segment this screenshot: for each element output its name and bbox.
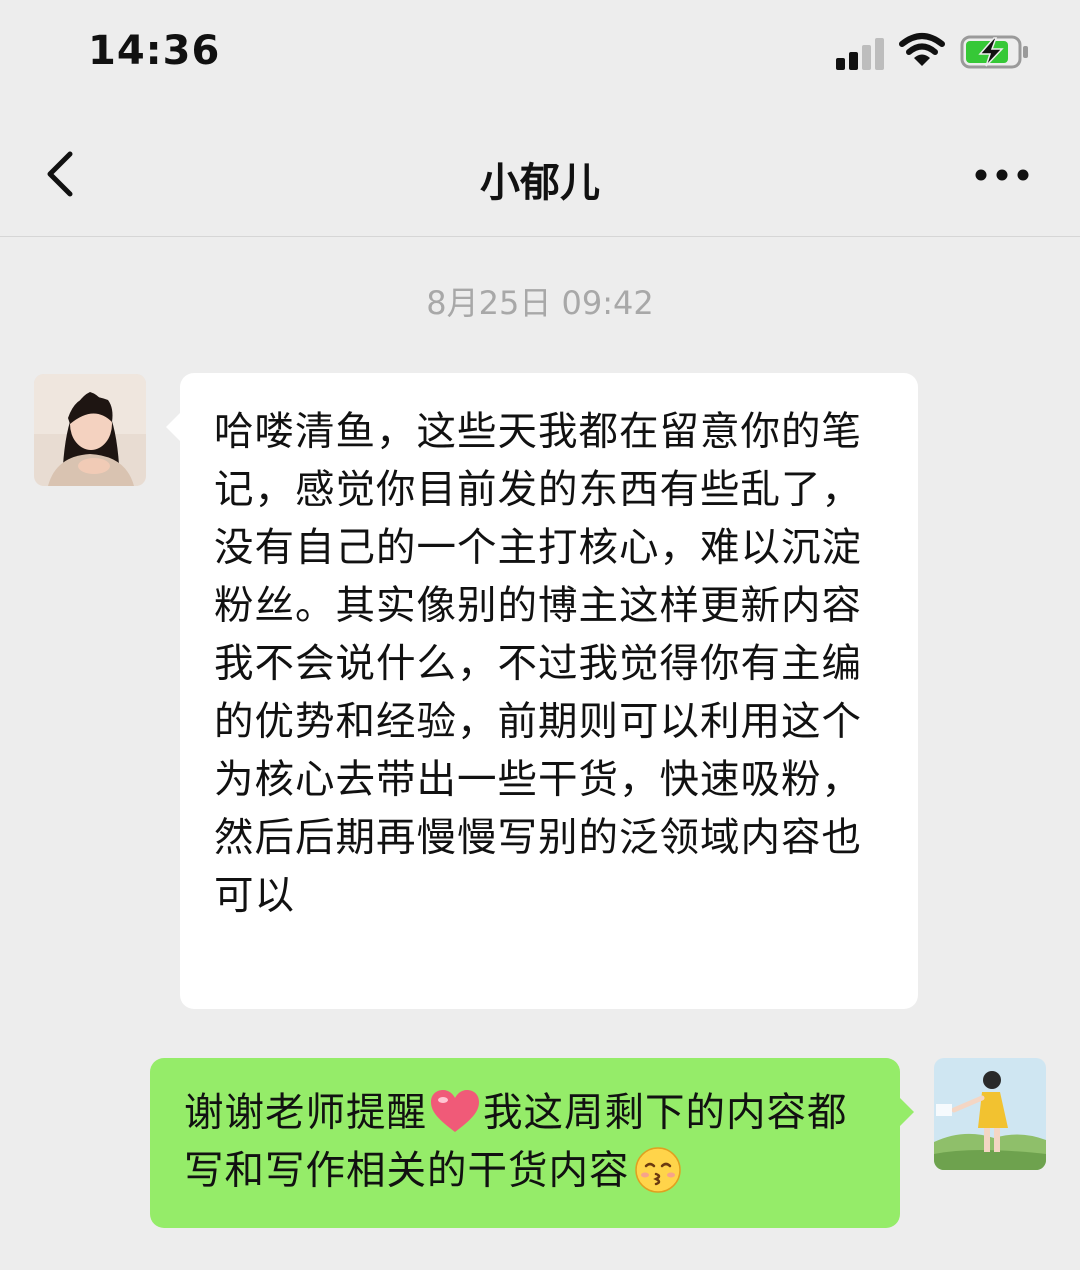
- heart-emoji-icon: [431, 1089, 479, 1132]
- incoming-message-bubble[interactable]: 哈喽清鱼，这些天我都在留意你的笔记，感觉你目前发的东西有些乱了，没有自己的一个主…: [166, 373, 918, 1009]
- chat-header: 小郁儿: [0, 110, 1080, 237]
- message-text: 谢谢老师提醒 我这周剩下的内容都写和写作相关的干货内容: [184, 1084, 866, 1200]
- more-dots-icon[interactable]: [972, 162, 1032, 188]
- status-bar: 14:36: [0, 0, 1080, 110]
- status-time: 14:36: [88, 28, 221, 74]
- kissing-smiling-eyes-emoji-icon: [634, 1146, 681, 1193]
- cellular-signal-icon: [836, 36, 886, 70]
- battery-charging-icon: [960, 35, 1028, 69]
- message-text: 哈喽清鱼，这些天我都在留意你的笔记，感觉你目前发的东西有些乱了，没有自己的一个主…: [214, 409, 862, 919]
- outgoing-message-bubble[interactable]: 谢谢老师提醒 我这周剩下的内容都写和写作相关的干货内容: [150, 1058, 914, 1228]
- chat-title: 小郁儿: [480, 160, 600, 206]
- contact-avatar[interactable]: [34, 374, 146, 486]
- wifi-icon: [899, 33, 945, 66]
- my-avatar[interactable]: [934, 1058, 1046, 1170]
- message-timestamp: 8月25日 09:42: [426, 284, 654, 322]
- message-text-part: 谢谢老师提醒: [184, 1090, 427, 1136]
